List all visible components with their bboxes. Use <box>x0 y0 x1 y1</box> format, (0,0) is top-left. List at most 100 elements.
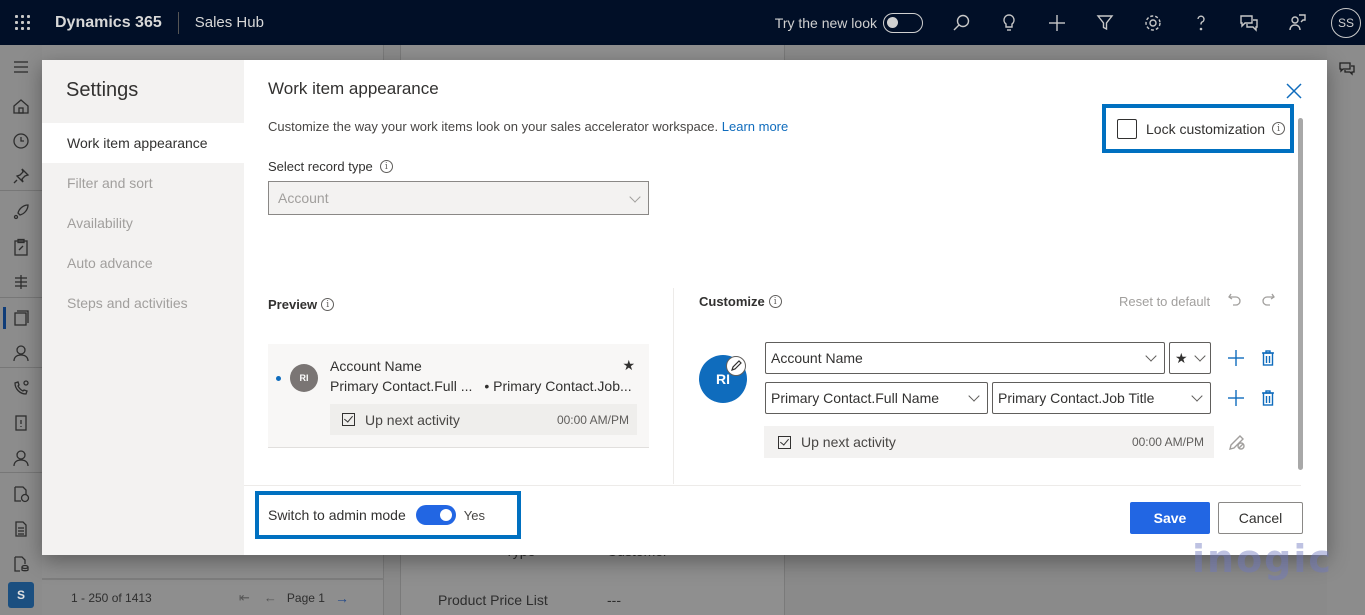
alert-doc-icon[interactable] <box>10 412 32 434</box>
preview-avatar: RI <box>290 364 318 392</box>
try-new-look-toggle[interactable] <box>883 12 923 33</box>
chevron-down-icon <box>1194 350 1206 362</box>
recent-icon[interactable] <box>10 130 32 152</box>
gear-icon <box>1145 14 1161 31</box>
sidebar-item-auto-advance[interactable]: Auto advance <box>42 243 244 283</box>
hamburger-icon[interactable] <box>10 56 32 78</box>
doc-stack-icon[interactable] <box>10 553 32 575</box>
preview-account-name: Account Name <box>330 358 422 374</box>
pin-icon[interactable] <box>10 165 32 187</box>
info-icon[interactable]: i <box>321 298 335 311</box>
contact-title-dropdown[interactable]: Primary Contact.Job Title <box>992 382 1211 414</box>
admin-mode-value: Yes <box>463 507 485 523</box>
redo-icon <box>1262 293 1275 306</box>
contact-icon[interactable] <box>10 342 32 364</box>
preview-card: RI Account Name ★ Primary Contact.Full .… <box>268 344 649 448</box>
ideas-button[interactable] <box>985 0 1033 45</box>
undo-icon <box>1228 293 1241 306</box>
redo-button[interactable] <box>1260 291 1278 309</box>
add-field-button[interactable] <box>1226 348 1246 368</box>
waffle-icon <box>14 15 30 30</box>
customize-label: Customize i <box>699 294 782 309</box>
home-icon[interactable] <box>10 95 32 117</box>
new-button[interactable] <box>1033 0 1081 45</box>
close-button[interactable] <box>1285 82 1305 102</box>
star-icon: ★ <box>1175 349 1188 366</box>
rail-divider <box>0 297 42 298</box>
doc-clock-icon[interactable] <box>10 483 32 505</box>
next-page-button[interactable]: → <box>335 590 349 606</box>
account-name-dropdown[interactable]: Account Name <box>765 342 1165 374</box>
right-side-pane <box>1327 45 1365 615</box>
edit-activity-button[interactable] <box>1227 432 1247 452</box>
field-value-price-list[interactable]: --- <box>607 592 621 608</box>
edit-avatar-button[interactable] <box>726 356 746 376</box>
vertical-scrollbar[interactable] <box>1298 118 1303 470</box>
chat-icon <box>1240 14 1258 32</box>
brand-name[interactable]: Dynamics 365 <box>55 14 162 32</box>
active-indicator <box>3 307 6 329</box>
customize-activity: Up next activity 00:00 AM/PM <box>764 426 1214 458</box>
plus-icon <box>1228 350 1244 366</box>
lock-customization-checkbox[interactable] <box>1117 118 1137 139</box>
area-switcher[interactable]: S <box>8 582 34 608</box>
workspace-icon[interactable] <box>10 307 32 329</box>
rail-divider <box>0 472 42 473</box>
sidebar-item-filter-and-sort[interactable]: Filter and sort <box>42 163 244 203</box>
pencil-icon <box>731 360 742 371</box>
footer-divider <box>244 485 1301 486</box>
customize-label-text: Customize <box>699 294 765 309</box>
document-icon[interactable] <box>10 518 32 540</box>
app-launcher-button[interactable] <box>0 0 44 45</box>
info-icon[interactable]: i <box>1272 122 1286 135</box>
sidebar-item-availability[interactable]: Availability <box>42 203 244 243</box>
record-type-select: Account <box>268 181 649 215</box>
filter-button[interactable] <box>1081 0 1129 45</box>
top-bar: Dynamics 365 Sales Hub Try the new look … <box>0 0 1365 45</box>
contact-name-value: Primary Contact.Full Name <box>771 390 940 406</box>
first-page-button[interactable]: ⇤ <box>239 590 250 606</box>
customize-activity-time: 00:00 AM/PM <box>1131 435 1204 449</box>
learn-more-link[interactable]: Learn more <box>722 119 788 134</box>
chat-pane-icon[interactable] <box>1338 60 1356 78</box>
chat-button[interactable] <box>1225 0 1273 45</box>
preview-contact-title: • Primary Contact.Job... <box>484 378 632 394</box>
remote-assist-button[interactable] <box>1273 0 1321 45</box>
save-button[interactable]: Save <box>1130 502 1210 534</box>
add-field-button[interactable] <box>1226 388 1246 408</box>
search-button[interactable] <box>937 0 985 45</box>
record-type-label-text: Select record type <box>268 159 373 174</box>
clipboard-icon[interactable] <box>10 236 32 258</box>
sidebar-item-steps-and-activities[interactable]: Steps and activities <box>42 283 244 323</box>
sequence-icon[interactable] <box>10 271 32 293</box>
admin-mode-toggle[interactable] <box>415 505 456 525</box>
app-name[interactable]: Sales Hub <box>195 14 264 31</box>
info-icon[interactable]: i <box>379 160 393 173</box>
user-avatar[interactable]: SS <box>1331 7 1361 38</box>
undo-button[interactable] <box>1227 291 1245 309</box>
previous-page-button[interactable]: ← <box>264 590 277 605</box>
admin-mode-label: Switch to admin mode <box>268 507 406 523</box>
person-question-icon[interactable] <box>10 447 32 469</box>
cancel-button[interactable]: Cancel <box>1218 502 1303 534</box>
preview-label-text: Preview <box>268 297 318 312</box>
preview-contact-name: Primary Contact.Full ... <box>330 378 473 394</box>
delete-row-button[interactable] <box>1258 348 1278 368</box>
record-type-label: Select record type i <box>268 159 393 174</box>
help-button[interactable] <box>1177 0 1225 45</box>
settings-title: Settings <box>66 79 139 101</box>
delete-row-button[interactable] <box>1258 388 1278 408</box>
phone-settings-icon[interactable] <box>10 377 32 399</box>
reset-to-default-button[interactable]: Reset to default <box>1119 294 1210 309</box>
preview-activity: Up next activity 00:00 AM/PM <box>330 404 637 435</box>
plus-icon <box>1049 14 1065 31</box>
sidebar-item-work-item-appearance[interactable]: Work item appearance <box>42 123 244 163</box>
account-name-value: Account Name <box>771 350 863 366</box>
preview-secondary-line: Primary Contact.Full ... • Primary Contac… <box>330 378 632 394</box>
edit-disabled-icon <box>1229 435 1245 450</box>
info-icon[interactable]: i <box>768 295 782 308</box>
settings-button[interactable] <box>1129 0 1177 45</box>
contact-name-dropdown[interactable]: Primary Contact.Full Name <box>765 382 988 414</box>
rocket-icon[interactable] <box>10 201 32 223</box>
icon-dropdown[interactable]: ★ <box>1169 342 1211 374</box>
